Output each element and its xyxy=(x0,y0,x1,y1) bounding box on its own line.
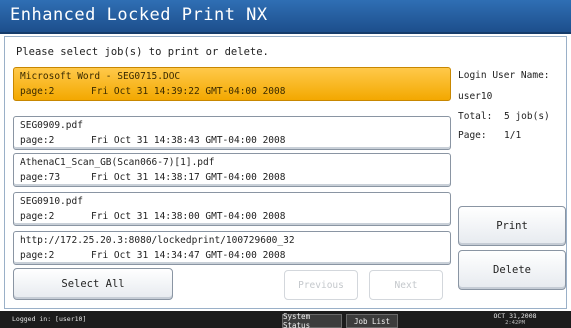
job-name: http://172.25.20.3:8080/lockedprint/1007… xyxy=(20,235,295,246)
job-name: SEG0909.pdf xyxy=(20,120,83,131)
delete-button[interactable]: Delete xyxy=(458,250,566,290)
instruction-text: Please select job(s) to print or delete. xyxy=(16,46,269,58)
job-pages: page:2 xyxy=(20,211,55,222)
job-row[interactable]: http://172.25.20.3:8080/lockedprint/1007… xyxy=(13,231,451,265)
total-value: 5 job(s) xyxy=(504,111,550,122)
login-user-name-value: user10 xyxy=(458,91,493,102)
total-jobs-row: Total: 5 job(s) xyxy=(458,111,550,122)
job-row[interactable]: Microsoft Word - SEG0715.DOC page:2 Fri … xyxy=(13,67,451,101)
job-name: SEG0910.pdf xyxy=(20,196,83,207)
job-row[interactable]: AthenaC1_Scan_GB(Scan066-7)[1].pdf page:… xyxy=(13,153,451,187)
job-list-button[interactable]: Job List xyxy=(346,314,398,328)
clock-date: OCT 31,2008 xyxy=(493,312,537,320)
job-row[interactable]: SEG0909.pdf page:2 Fri Oct 31 14:38:43 G… xyxy=(13,116,451,150)
job-name: Microsoft Word - SEG0715.DOC xyxy=(20,71,181,82)
total-label: Total: xyxy=(458,111,493,122)
job-pages: page:2 xyxy=(20,86,55,97)
job-name: AthenaC1_Scan_GB(Scan066-7)[1].pdf xyxy=(20,157,215,168)
page-value: 1/1 xyxy=(504,130,522,141)
next-page-button[interactable]: Next xyxy=(369,270,443,300)
job-date: Fri Oct 31 14:38:00 GMT-04:00 2008 xyxy=(91,211,286,222)
screen: Enhanced Locked Print NX Please select j… xyxy=(0,0,571,328)
clock-time: 2:42PM xyxy=(505,320,525,326)
page-label: Page: xyxy=(458,130,487,141)
login-user-name-label: Login User Name: xyxy=(458,70,550,81)
print-button[interactable]: Print xyxy=(458,206,566,246)
status-bar: Logged in: [user10] System Status Job Li… xyxy=(0,311,571,328)
job-pages: page:73 xyxy=(20,172,61,183)
job-pages: page:2 xyxy=(20,135,55,146)
system-status-button[interactable]: System Status xyxy=(282,312,342,328)
previous-page-button[interactable]: Previous xyxy=(284,270,358,300)
job-date: Fri Oct 31 14:38:43 GMT-04:00 2008 xyxy=(91,135,286,146)
page-row: Page: 1/1 xyxy=(458,130,521,141)
clock: OCT 31,2008 2:42PM xyxy=(485,313,545,327)
job-row[interactable]: SEG0910.pdf page:2 Fri Oct 31 14:38:00 G… xyxy=(13,192,451,226)
job-date: Fri Oct 31 14:38:17 GMT-04:00 2008 xyxy=(91,172,286,183)
logged-in-text: Logged in: [user10] xyxy=(12,315,87,323)
window-title: Enhanced Locked Print NX xyxy=(10,5,268,25)
title-bar: Enhanced Locked Print NX xyxy=(0,0,571,34)
select-all-button[interactable]: Select All xyxy=(13,268,173,300)
job-pages: page:2 xyxy=(20,250,55,261)
job-date: Fri Oct 31 14:39:22 GMT-04:00 2008 xyxy=(91,86,286,97)
job-date: Fri Oct 31 14:34:47 GMT-04:00 2008 xyxy=(91,250,286,261)
